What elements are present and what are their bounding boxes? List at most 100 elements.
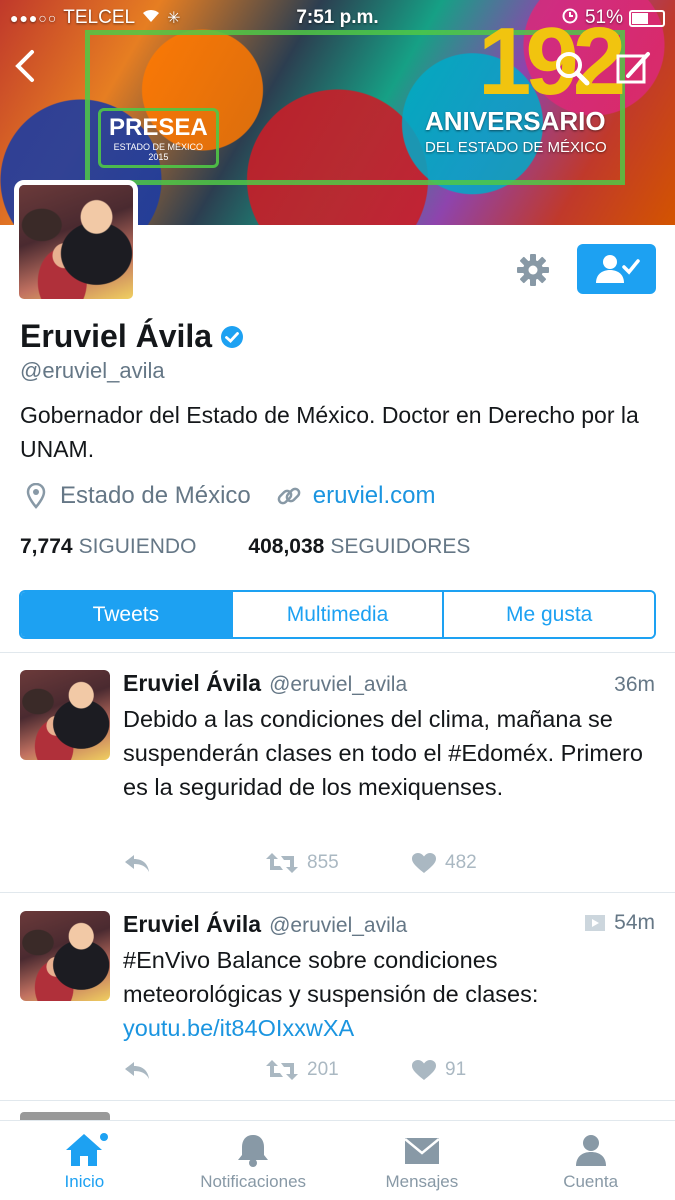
following-stat[interactable]: 7,774 SIGUIENDO [20, 535, 196, 559]
heart-icon [412, 853, 436, 873]
tweet-actions: 201 91 [123, 1055, 573, 1085]
nav-messages[interactable]: Mensajes [338, 1121, 507, 1200]
home-icon [66, 1134, 103, 1166]
retweet-count: 201 [307, 1059, 339, 1080]
verified-badge-icon [221, 325, 244, 348]
activity-spinner-icon: ✳ [167, 10, 181, 27]
settings-button[interactable] [515, 252, 555, 288]
tweet-meta: 54m [584, 911, 655, 935]
video-play-icon [585, 915, 606, 931]
wifi-icon [141, 7, 161, 29]
tweet-link[interactable]: youtu.be/it84OIxxwXA [123, 1015, 354, 1041]
compose-icon [616, 52, 650, 84]
nav-account-label: Cuenta [563, 1172, 619, 1191]
nav-notifications-label: Notificaciones [200, 1172, 307, 1191]
tweet-timestamp: 54m [614, 911, 655, 934]
like-button[interactable]: 482 [411, 852, 477, 874]
tweet-avatar[interactable] [20, 911, 110, 1001]
tweet-actions: 855 482 [123, 848, 573, 878]
avatar-photo [20, 670, 110, 760]
battery-percent: 51% [584, 7, 623, 28]
followers-count: 408,038 [248, 535, 325, 558]
retweet-count: 855 [307, 852, 339, 873]
presea-logo: PRESEA ESTADO DE MÉXICO 2015 [98, 108, 219, 168]
followers-stat[interactable]: 408,038 SEGUIDORES [248, 535, 470, 559]
link-icon [277, 487, 301, 505]
chevron-left-icon [15, 50, 34, 82]
carrier-name: TELCEL [63, 7, 136, 28]
tweet-text: #EnVivo Balance sobre condiciones meteor… [123, 943, 653, 1045]
bell-icon [238, 1135, 269, 1167]
profile-location: Estado de México [60, 482, 251, 509]
location-pin-icon [26, 483, 46, 509]
tweet-author-name: Eruviel Ávila [123, 670, 262, 696]
reply-icon [125, 1062, 149, 1079]
new-content-dot [100, 1133, 108, 1141]
status-bar: ●●●○○ TELCEL ✳ 7:51 p.m. 51% [0, 0, 675, 36]
following-count: 7,774 [20, 535, 73, 558]
followers-label: SEGUIDORES [330, 535, 471, 558]
reply-icon [125, 855, 149, 872]
heart-icon [412, 1060, 436, 1080]
signal-strength: ●●●○○ [10, 10, 58, 26]
presea-subtitle: ESTADO DE MÉXICO [113, 142, 204, 152]
retweet-icon [266, 1060, 298, 1080]
nav-home[interactable]: Inicio [0, 1121, 169, 1200]
tweet-author-handle: @eruviel_avila [269, 673, 408, 696]
nav-account[interactable]: Cuenta [506, 1121, 675, 1200]
nav-messages-label: Mensajes [385, 1172, 459, 1191]
like-count: 91 [445, 1059, 467, 1080]
avatar-photo [20, 911, 110, 1001]
profile-meta: Estado de México eruviel.com [20, 482, 436, 510]
battery-icon [629, 9, 665, 27]
tweet-header: Eruviel Ávila @eruviel_avila 36m [123, 670, 655, 697]
tweet-item[interactable]: Eruviel Ávila @eruviel_avila 36m Debido … [0, 670, 675, 890]
tweet-author-name: Eruviel Ávila [123, 911, 262, 937]
back-button[interactable] [10, 46, 44, 90]
gear-icon [517, 254, 549, 286]
avatar-photo [19, 185, 133, 299]
anniversary-title: ANIVERSARIO [425, 106, 606, 136]
person-icon [575, 1135, 606, 1166]
anniversary-subtitle: DEL ESTADO DE MÉXICO [425, 139, 607, 156]
tweet-text-body: #EnVivo Balance sobre condiciones meteor… [123, 947, 539, 1007]
bottom-tab-bar: Inicio Notificaciones Mensajes Cuenta [0, 1120, 675, 1200]
presea-year: 2015 [148, 152, 169, 162]
profile-name: Eruviel Ávila [20, 318, 244, 355]
envelope-icon [404, 1138, 440, 1164]
like-button[interactable]: 91 [411, 1059, 466, 1081]
tab-multimedia[interactable]: Multimedia [230, 592, 443, 637]
tab-likes[interactable]: Me gusta [442, 592, 654, 637]
following-button[interactable] [577, 244, 656, 294]
next-tweet-peek [20, 1112, 110, 1120]
search-icon [556, 52, 590, 86]
profile-stats: 7,774 SIGUIENDO 408,038 SEGUIDORES [20, 535, 470, 559]
tweet-timestamp: 36m [614, 673, 655, 696]
retweet-button[interactable]: 201 [265, 1058, 339, 1082]
tab-tweets[interactable]: Tweets [21, 592, 231, 637]
alarm-icon [561, 6, 579, 30]
profile-handle: @eruviel_avila [20, 358, 165, 383]
nav-home-label: Inicio [64, 1172, 105, 1191]
profile-bio: Gobernador del Estado de México. Doctor … [20, 402, 639, 462]
tweet-item[interactable]: Eruviel Ávila @eruviel_avila 54m #EnVivo… [0, 911, 675, 1096]
nav-notifications[interactable]: Notificaciones [169, 1121, 338, 1200]
compose-tweet-button[interactable] [614, 48, 654, 88]
profile-name-text: Eruviel Ávila [20, 318, 213, 354]
presea-title: PRESEA [109, 114, 208, 141]
profile-website-link[interactable]: eruviel.com [313, 482, 436, 510]
tweet-text: Debido a las condiciones del clima, maña… [123, 706, 643, 800]
reply-button[interactable] [123, 1059, 151, 1081]
profile-avatar[interactable] [14, 180, 138, 304]
retweet-button[interactable]: 855 [265, 851, 339, 875]
tweet-avatar[interactable] [20, 670, 110, 760]
following-label: SIGUIENDO [78, 535, 197, 558]
user-check-icon [595, 255, 640, 283]
tweet-author-handle: @eruviel_avila [269, 914, 408, 937]
like-count: 482 [445, 852, 477, 873]
reply-button[interactable] [123, 852, 151, 874]
clock: 7:51 p.m. [296, 7, 379, 28]
search-button[interactable] [552, 48, 592, 88]
divider [0, 892, 675, 893]
divider [0, 652, 675, 653]
